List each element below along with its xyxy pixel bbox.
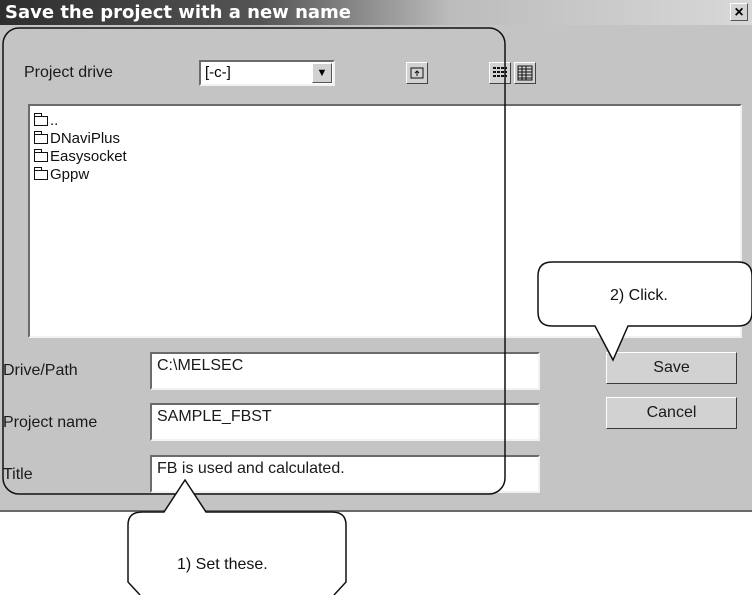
- title-label: Title: [3, 466, 33, 483]
- up-folder-button[interactable]: [406, 62, 428, 84]
- folder-icon: [34, 131, 48, 144]
- list-item[interactable]: DNaviPlus: [34, 130, 120, 148]
- dialog-title: Save the project with a new name: [5, 2, 351, 23]
- project-name-value: SAMPLE_FBST: [157, 408, 272, 425]
- project-drive-value: [-c-]: [205, 64, 231, 81]
- list-item[interactable]: Gppw: [34, 166, 89, 184]
- project-drive-select[interactable]: [-c-] ▼: [199, 60, 335, 86]
- cancel-button[interactable]: Cancel: [606, 397, 737, 429]
- save-as-dialog: Save the project with a new name × Proje…: [0, 0, 752, 512]
- close-icon: ×: [734, 4, 744, 21]
- title-bar: Save the project with a new name ×: [0, 0, 752, 25]
- details-view-icon: [517, 65, 533, 81]
- list-view-icon: [493, 67, 507, 77]
- project-name-field[interactable]: SAMPLE_FBST: [150, 403, 540, 441]
- drive-path-field[interactable]: C:\MELSEC: [150, 352, 540, 390]
- drive-path-value: C:\MELSEC: [157, 357, 244, 374]
- list-item[interactable]: ..: [34, 112, 58, 130]
- folder-icon: [34, 113, 48, 126]
- drive-path-label: Drive/Path: [3, 362, 78, 379]
- details-view-button[interactable]: [514, 62, 536, 84]
- list-item[interactable]: Easysocket: [34, 148, 127, 166]
- project-name-label: Project name: [3, 414, 98, 431]
- folder-icon: [34, 149, 48, 162]
- callout-click: 2) Click.: [610, 287, 668, 304]
- dropdown-arrow-icon[interactable]: ▼: [312, 63, 332, 83]
- up-folder-icon: [410, 67, 424, 79]
- title-field[interactable]: FB is used and calculated.: [150, 455, 540, 493]
- close-button[interactable]: ×: [730, 3, 748, 21]
- title-value: FB is used and calculated.: [157, 460, 345, 477]
- project-drive-label: Project drive: [24, 64, 113, 81]
- callout-set-these: 1) Set these.: [177, 556, 268, 573]
- list-view-button[interactable]: [489, 62, 511, 84]
- save-button[interactable]: Save: [606, 352, 737, 384]
- folder-icon: [34, 167, 48, 180]
